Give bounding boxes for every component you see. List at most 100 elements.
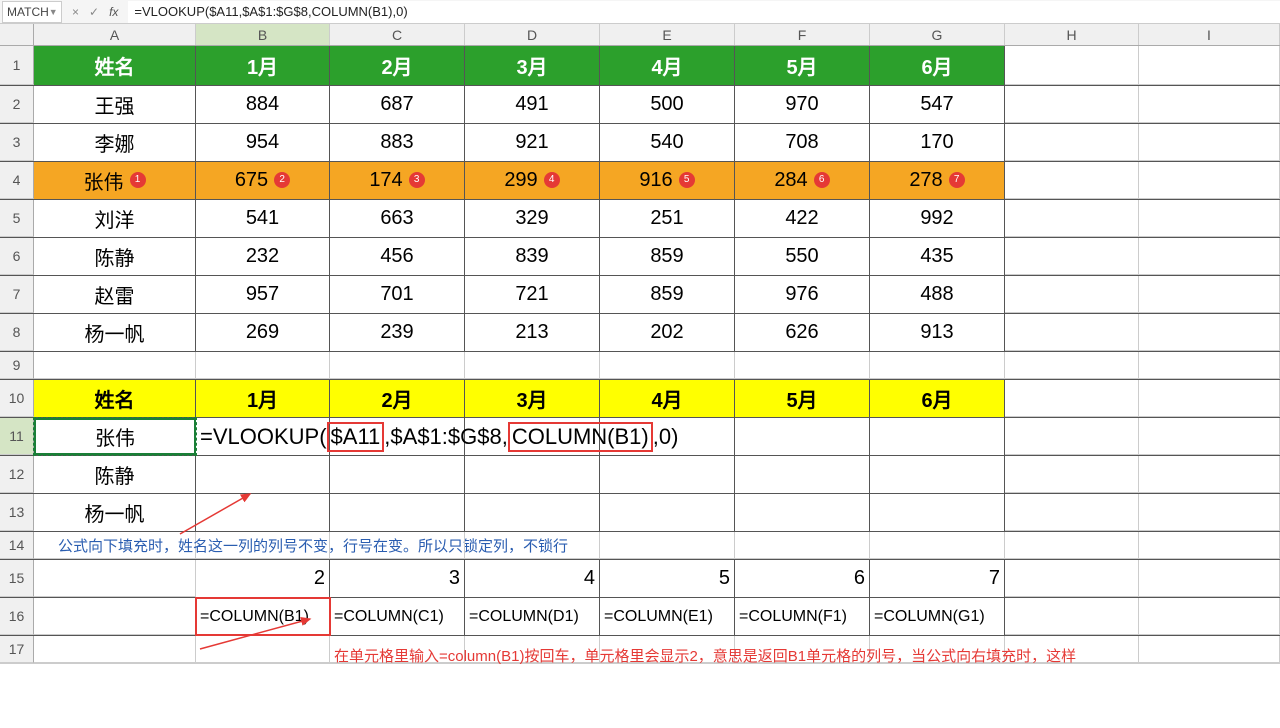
cell-E2[interactable]: 500	[600, 86, 735, 123]
col-header-C[interactable]: C	[330, 24, 465, 45]
cell-I8[interactable]	[1139, 314, 1280, 351]
confirm-icon[interactable]: ✓	[89, 5, 99, 19]
cell-I10[interactable]	[1139, 380, 1280, 417]
cell-F10[interactable]: 5月	[735, 380, 870, 417]
cell-H6[interactable]	[1005, 238, 1139, 275]
cell-H4[interactable]	[1005, 162, 1139, 199]
cell-C1[interactable]: 2月	[330, 46, 465, 85]
cell-F13[interactable]	[735, 494, 870, 531]
cell-G1[interactable]: 6月	[870, 46, 1005, 85]
cell-A2[interactable]: 王强	[34, 86, 196, 123]
cell-G5[interactable]: 992	[870, 200, 1005, 237]
cell-F14[interactable]	[735, 532, 870, 559]
col-header-G[interactable]: G	[870, 24, 1005, 45]
cell-B11[interactable]: =VLOOKUP( $A11 ,$A$1:$G$8, COLUMN(B1) ,0…	[196, 418, 330, 455]
cell-G9[interactable]	[870, 352, 1005, 379]
cell-D3[interactable]: 921	[465, 124, 600, 161]
row-header-14[interactable]: 14	[0, 532, 34, 559]
cell-F8[interactable]: 626	[735, 314, 870, 351]
cell-D12[interactable]	[465, 456, 600, 493]
cell-E3[interactable]: 540	[600, 124, 735, 161]
row-header-9[interactable]: 9	[0, 352, 34, 379]
cell-B3[interactable]: 954	[196, 124, 330, 161]
cell-A12[interactable]: 陈静	[34, 456, 196, 493]
cell-H8[interactable]	[1005, 314, 1139, 351]
cell-F3[interactable]: 708	[735, 124, 870, 161]
select-all-corner[interactable]	[0, 24, 34, 45]
cell-H11[interactable]	[1005, 418, 1139, 455]
chevron-down-icon[interactable]: ▼	[49, 7, 58, 17]
cell-C17[interactable]: 在单元格里输入=column(B1)按回车，单元格里会显示2，意思是返回B1单元…	[330, 636, 465, 663]
cell-F12[interactable]	[735, 456, 870, 493]
cell-B2[interactable]: 884	[196, 86, 330, 123]
cell-G4[interactable]: 2787	[870, 162, 1005, 199]
cell-C6[interactable]: 456	[330, 238, 465, 275]
cell-A7[interactable]: 赵雷	[34, 276, 196, 313]
cell-E12[interactable]	[600, 456, 735, 493]
cell-F16[interactable]: =COLUMN(F1)	[735, 598, 870, 635]
cell-G11[interactable]	[870, 418, 1005, 455]
cell-D8[interactable]: 213	[465, 314, 600, 351]
cell-A10[interactable]: 姓名	[34, 380, 196, 417]
col-header-B[interactable]: B	[196, 24, 330, 45]
cell-C9[interactable]	[330, 352, 465, 379]
cell-A9[interactable]	[34, 352, 196, 379]
cell-B13[interactable]	[196, 494, 330, 531]
cell-E8[interactable]: 202	[600, 314, 735, 351]
cell-B8[interactable]: 269	[196, 314, 330, 351]
cell-B9[interactable]	[196, 352, 330, 379]
cell-E13[interactable]	[600, 494, 735, 531]
row-header-7[interactable]: 7	[0, 276, 34, 313]
cell-H12[interactable]	[1005, 456, 1139, 493]
cell-E4[interactable]: 9165	[600, 162, 735, 199]
cell-I16[interactable]	[1139, 598, 1280, 635]
cell-I2[interactable]	[1139, 86, 1280, 123]
col-header-E[interactable]: E	[600, 24, 735, 45]
row-header-11[interactable]: 11	[0, 418, 34, 455]
cell-I9[interactable]	[1139, 352, 1280, 379]
cell-G15[interactable]: 7	[870, 560, 1005, 597]
cell-C2[interactable]: 687	[330, 86, 465, 123]
cell-C8[interactable]: 239	[330, 314, 465, 351]
cell-I14[interactable]	[1139, 532, 1280, 559]
row-header-12[interactable]: 12	[0, 456, 34, 493]
cell-H16[interactable]	[1005, 598, 1139, 635]
name-box[interactable]: MATCH ▼	[2, 1, 62, 23]
cell-H5[interactable]	[1005, 200, 1139, 237]
cell-C10[interactable]: 2月	[330, 380, 465, 417]
cell-I3[interactable]	[1139, 124, 1280, 161]
cell-C4[interactable]: 1743	[330, 162, 465, 199]
row-header-17[interactable]: 17	[0, 636, 34, 663]
cell-I6[interactable]	[1139, 238, 1280, 275]
cell-I13[interactable]	[1139, 494, 1280, 531]
cell-H9[interactable]	[1005, 352, 1139, 379]
cell-G6[interactable]: 435	[870, 238, 1005, 275]
cell-D9[interactable]	[465, 352, 600, 379]
row-header-10[interactable]: 10	[0, 380, 34, 417]
cell-B1[interactable]: 1月	[196, 46, 330, 85]
cell-A15[interactable]	[34, 560, 196, 597]
row-header-13[interactable]: 13	[0, 494, 34, 531]
cell-A16[interactable]	[34, 598, 196, 635]
cell-E1[interactable]: 4月	[600, 46, 735, 85]
cell-G10[interactable]: 6月	[870, 380, 1005, 417]
cell-D10[interactable]: 3月	[465, 380, 600, 417]
cell-B7[interactable]: 957	[196, 276, 330, 313]
cell-I4[interactable]	[1139, 162, 1280, 199]
cell-G7[interactable]: 488	[870, 276, 1005, 313]
cell-B15[interactable]: 2	[196, 560, 330, 597]
cell-C16[interactable]: =COLUMN(C1)	[330, 598, 465, 635]
cell-B14[interactable]	[196, 532, 330, 559]
cell-B6[interactable]: 232	[196, 238, 330, 275]
cell-B5[interactable]: 541	[196, 200, 330, 237]
cell-I11[interactable]	[1139, 418, 1280, 455]
cell-H7[interactable]	[1005, 276, 1139, 313]
row-header-3[interactable]: 3	[0, 124, 34, 161]
cell-C13[interactable]	[330, 494, 465, 531]
cell-H14[interactable]	[1005, 532, 1139, 559]
cell-D14[interactable]	[465, 532, 600, 559]
cell-C14[interactable]	[330, 532, 465, 559]
cell-C15[interactable]: 3	[330, 560, 465, 597]
col-header-D[interactable]: D	[465, 24, 600, 45]
cell-E5[interactable]: 251	[600, 200, 735, 237]
